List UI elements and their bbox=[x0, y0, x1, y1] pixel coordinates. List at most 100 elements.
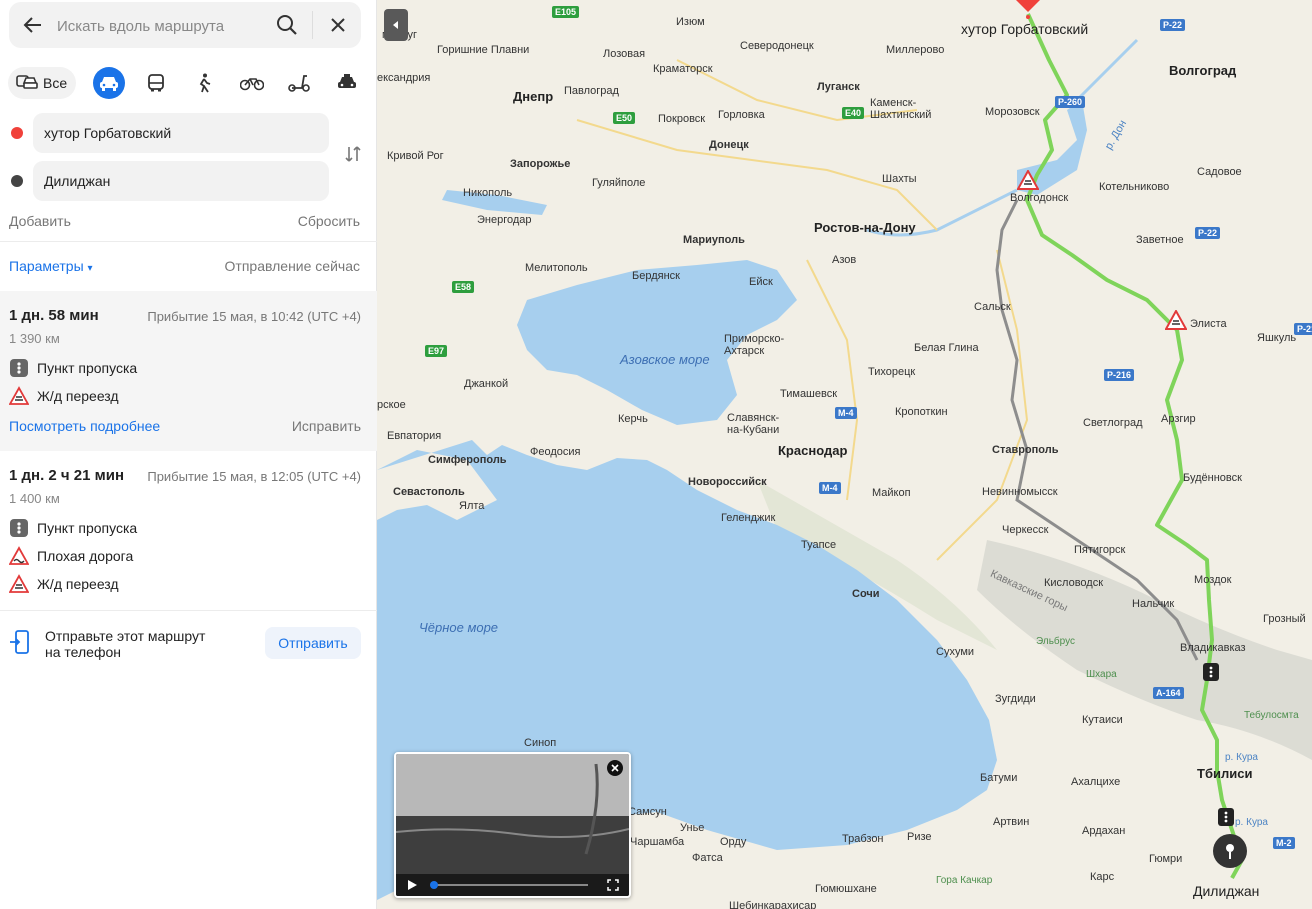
peak-label: Эльбрус bbox=[1036, 636, 1075, 647]
taxi-icon bbox=[338, 74, 356, 88]
play-icon[interactable] bbox=[406, 879, 418, 891]
search-box bbox=[9, 2, 361, 48]
view-details-link[interactable]: Посмотреть подробнее bbox=[9, 418, 160, 434]
mode-taxi-button[interactable] bbox=[331, 67, 363, 99]
city-label: Луганск bbox=[817, 81, 860, 93]
city-label: Самсун bbox=[628, 806, 667, 818]
highway-shield: E97 bbox=[425, 345, 448, 357]
end-point-field[interactable]: Дилиджан bbox=[33, 161, 329, 201]
city-label: Изюм bbox=[676, 16, 705, 28]
city-label: Гюмри bbox=[1149, 853, 1183, 865]
mode-bicycle-button[interactable] bbox=[236, 67, 268, 99]
departure-time[interactable]: Отправление сейчас bbox=[225, 258, 360, 274]
city-label: Будённовск bbox=[1183, 472, 1242, 484]
video-controls bbox=[396, 874, 629, 896]
city-label: Лозовая bbox=[603, 48, 646, 60]
city-label: Симферополь bbox=[428, 454, 507, 466]
close-video-button[interactable] bbox=[607, 760, 623, 776]
search-divider bbox=[312, 11, 313, 39]
video-preview[interactable] bbox=[394, 752, 631, 898]
city-label: ександрия bbox=[377, 72, 431, 84]
city-label: Донецк bbox=[709, 139, 749, 151]
video-progress-track[interactable] bbox=[432, 884, 588, 886]
send-text-line-2: на телефон bbox=[45, 644, 121, 660]
river-label: р. Кура bbox=[1225, 752, 1258, 763]
collapse-panel-button[interactable] bbox=[384, 9, 408, 41]
map-view[interactable]: хутор Горбатовский Дилиджан Ростов-на-До… bbox=[377, 0, 1312, 909]
route-feature-label: Ж/д переезд bbox=[37, 388, 119, 404]
route-feature-label: Плохая дорога bbox=[37, 548, 134, 564]
checkpoint-marker-icon[interactable] bbox=[1203, 663, 1219, 681]
railway-crossing-icon bbox=[9, 574, 29, 593]
swap-icon[interactable] bbox=[343, 144, 363, 164]
city-label: Невинномысск bbox=[982, 486, 1058, 498]
end-point-dot bbox=[11, 175, 23, 187]
reset-link[interactable]: Сбросить bbox=[298, 213, 360, 229]
railway-crossing-marker-icon[interactable] bbox=[1017, 170, 1039, 190]
search-icon[interactable] bbox=[275, 13, 299, 37]
city-label: Нальчик bbox=[1132, 598, 1175, 610]
city-label: Приморско-Ахтарск bbox=[724, 333, 785, 357]
search-along-route-input[interactable] bbox=[55, 11, 259, 41]
city-label: Пятигорск bbox=[1074, 544, 1126, 556]
mode-scooter-button[interactable] bbox=[283, 67, 315, 99]
highway-shield: M-4 bbox=[819, 482, 841, 494]
mode-all-label: Все bbox=[43, 75, 68, 91]
transport-modes: Все bbox=[0, 64, 377, 102]
highway-shield: E58 bbox=[452, 281, 475, 293]
bad-road-icon bbox=[9, 546, 29, 565]
start-marker-icon[interactable] bbox=[1016, 0, 1040, 20]
city-label: Кропоткин bbox=[895, 406, 948, 418]
fullscreen-icon[interactable] bbox=[607, 879, 619, 891]
phone-send-icon bbox=[10, 630, 29, 654]
route-option-2[interactable]: 1 дн. 2 ч 21 мин Прибытие 15 мая, в 12:0… bbox=[0, 451, 377, 611]
parameters-button[interactable]: Параметры ▾ bbox=[9, 258, 93, 274]
route-feature-label: Пункт пропуска bbox=[37, 360, 138, 376]
mode-car-button[interactable] bbox=[93, 67, 125, 99]
city-label: Майкоп bbox=[872, 487, 911, 499]
city-label: Арзгир bbox=[1161, 413, 1196, 425]
city-label: хутор Горбатовский bbox=[961, 21, 1089, 37]
checkpoint-marker-icon[interactable] bbox=[1218, 808, 1234, 826]
city-label: рское bbox=[377, 399, 406, 411]
city-label: Миллерово bbox=[886, 44, 945, 56]
city-label: Фатса bbox=[692, 852, 723, 864]
fix-route-link[interactable]: Исправить bbox=[292, 418, 361, 434]
caucasus-mountains-shape bbox=[977, 540, 1312, 760]
highway-shield: P-22 bbox=[1160, 19, 1186, 31]
highway-shield: E105 bbox=[552, 6, 580, 18]
city-label: Феодосия bbox=[530, 446, 581, 458]
close-icon[interactable] bbox=[326, 13, 350, 37]
sea-label: Азовское море bbox=[620, 352, 710, 367]
mode-walk-button[interactable] bbox=[188, 67, 220, 99]
city-label: Котельниково bbox=[1099, 181, 1170, 193]
mode-all-button[interactable]: Все bbox=[8, 67, 76, 99]
chevron-down-icon: ▾ bbox=[87, 263, 93, 274]
mode-bus-button[interactable] bbox=[140, 67, 172, 99]
city-label: Волгоград bbox=[1169, 63, 1237, 78]
city-label: Тимашевск bbox=[780, 388, 838, 400]
end-marker-pin[interactable] bbox=[1213, 834, 1247, 868]
city-label: Никополь bbox=[463, 187, 513, 199]
city-label: Ризе bbox=[907, 831, 932, 843]
city-label: Гюмюшхане bbox=[815, 883, 877, 895]
send-button[interactable]: Отправить bbox=[265, 627, 361, 659]
video-progress-handle[interactable] bbox=[430, 881, 438, 889]
start-point-dot bbox=[11, 127, 23, 139]
city-label: Шебинкарахисар bbox=[729, 900, 817, 909]
city-label: Джанкой bbox=[464, 378, 509, 390]
city-label: Зугдиди bbox=[995, 693, 1036, 705]
peak-label: Тебулосмта bbox=[1244, 710, 1299, 721]
start-point-field[interactable]: хутор Горбатовский bbox=[33, 113, 329, 153]
add-point-link[interactable]: Добавить bbox=[9, 213, 71, 229]
railway-crossing-marker-icon[interactable] bbox=[1165, 310, 1187, 330]
route-distance: 1 390 км bbox=[9, 331, 60, 346]
send-text-line-1: Отправьте этот маршрут bbox=[45, 628, 206, 644]
scooter-icon bbox=[288, 75, 310, 92]
car-icon bbox=[100, 77, 118, 91]
city-label: Азов bbox=[832, 254, 857, 266]
route-option-1[interactable]: 1 дн. 58 мин Прибытие 15 мая, в 10:42 (U… bbox=[0, 291, 377, 451]
city-label: Шахты bbox=[882, 173, 917, 185]
city-label: Ростов-на-Дону bbox=[814, 220, 916, 235]
back-arrow-icon[interactable] bbox=[21, 13, 45, 37]
